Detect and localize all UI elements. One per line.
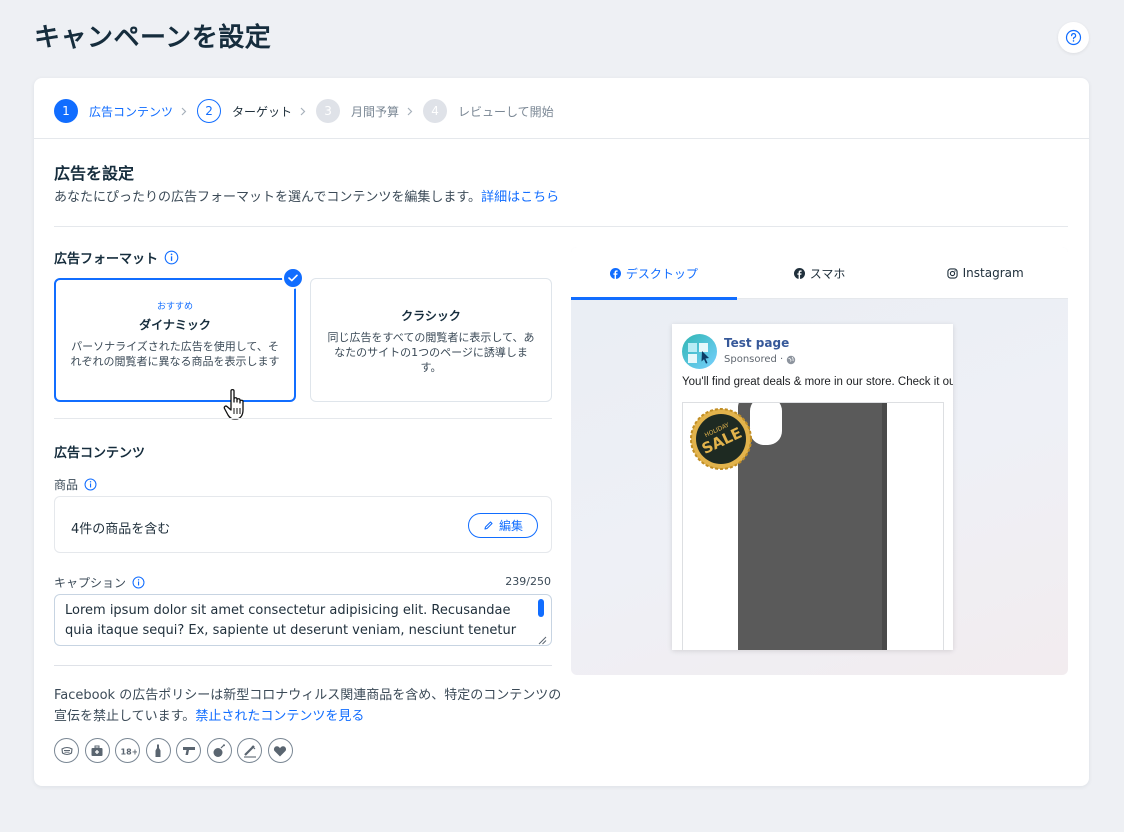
facebook-icon	[793, 267, 805, 279]
post-page-name: Test page	[724, 336, 790, 350]
format-name: クラシック	[401, 309, 461, 323]
products-count: 4件の商品を含む	[71, 522, 171, 537]
caption-label: キャプション	[54, 576, 127, 590]
campaign-card: 1 広告コンテンツ 2 ターゲット 3 月間予算 4 レビューして開始 広告を設…	[34, 78, 1089, 786]
ad-preview: デスクトップ スマホ Instagram Test page Sponsored…	[571, 247, 1068, 675]
drugs-icon	[237, 738, 262, 763]
format-description: パーソナライズされた広告を使用して、それぞれの閲覧者に異なる商品を表示します	[70, 340, 280, 368]
products-label-row: 商品	[54, 476, 97, 493]
adult-content-icon	[267, 738, 293, 763]
help-button[interactable]	[1058, 22, 1089, 53]
content-title: 広告コンテンツ	[54, 446, 146, 461]
products-box: 4件の商品を含む 編集	[54, 496, 552, 553]
chevron-right-icon	[181, 107, 187, 116]
instagram-icon	[947, 267, 958, 279]
tab-instagram[interactable]: Instagram	[902, 247, 1068, 299]
caption-textarea[interactable]: Lorem ipsum dolor sit amet consectetur a…	[54, 594, 552, 646]
step-label: 広告コンテンツ	[89, 104, 174, 119]
alcohol-icon	[145, 738, 171, 763]
description-text: あなたにぴったりの広告フォーマットを選んでコンテンツを編集します。	[54, 190, 482, 205]
step-review[interactable]: 4 レビューして開始	[423, 99, 554, 123]
info-icon[interactable]	[84, 478, 97, 491]
textarea-scrollbar[interactable]	[538, 599, 544, 617]
tab-label: Instagram	[962, 266, 1024, 280]
step-number: 1	[54, 99, 78, 123]
explosive-icon	[206, 738, 232, 763]
resize-grip-icon[interactable]	[537, 630, 547, 649]
format-option-dynamic[interactable]: おすすめ ダイナミック パーソナライズされた広告を使用して、それぞれの閲覧者に異…	[54, 278, 296, 402]
step-budget[interactable]: 3 月間予算	[316, 99, 399, 123]
info-icon[interactable]	[164, 250, 179, 265]
divider	[54, 665, 552, 666]
caption-char-count: 239/250	[505, 575, 551, 588]
divider	[54, 226, 1068, 227]
format-label-row: 広告フォーマット	[54, 248, 179, 267]
tab-label: デスクトップ	[625, 266, 698, 281]
prohibited-content-link[interactable]: 禁止されたコンテンツを見る	[195, 709, 364, 724]
chevron-right-icon	[300, 107, 306, 116]
format-name: ダイナミック	[139, 318, 211, 332]
step-label: ターゲット	[232, 104, 293, 119]
policy-icons: 18+	[54, 738, 298, 763]
section-description: あなたにぴったりの広告フォーマットを選んでコンテンツを編集します。詳細はこちら	[54, 186, 559, 205]
step-number: 3	[316, 99, 341, 123]
preview-tabs: デスクトップ スマホ Instagram	[571, 247, 1068, 300]
help-icon	[1065, 29, 1082, 46]
tab-mobile[interactable]: スマホ	[737, 247, 903, 299]
policy-notice: Facebook の広告ポリシーは新型コロナウィルス関連商品を含め、特定のコンテ…	[54, 685, 564, 727]
tab-desktop[interactable]: デスクトップ	[571, 247, 737, 300]
edit-products-button[interactable]: 編集	[468, 513, 538, 538]
facebook-icon	[609, 267, 621, 279]
phone-case-image	[738, 403, 887, 650]
learn-more-link[interactable]: 詳細はこちら	[481, 190, 559, 205]
step-label: 月間予算	[351, 104, 400, 119]
globe-icon	[787, 355, 796, 364]
edit-label: 編集	[498, 519, 523, 533]
weapon-icon	[176, 738, 201, 763]
format-label: 広告フォーマット	[54, 252, 159, 267]
products-label: 商品	[54, 478, 79, 492]
recommended-badge: おすすめ	[156, 302, 193, 312]
section-title: 広告を設定	[54, 164, 135, 183]
divider	[54, 418, 552, 419]
step-target[interactable]: 2 ターゲット	[197, 99, 292, 123]
step-label: レビューして開始	[458, 104, 554, 119]
caption-label-row: キャプション	[54, 574, 145, 591]
step-number: 4	[423, 99, 448, 123]
selected-check-icon	[282, 267, 304, 289]
mask-icon	[54, 738, 79, 763]
sponsored-label: Sponsored ·	[724, 354, 784, 365]
post-sponsored: Sponsored ·	[724, 354, 796, 365]
camera-cutout	[750, 403, 782, 445]
tab-label: スマホ	[809, 266, 846, 281]
stepper-divider	[34, 138, 1089, 139]
case-edge	[882, 403, 887, 650]
stepper: 1 広告コンテンツ 2 ターゲット 3 月間予算 4 レビューして開始	[54, 98, 554, 124]
medical-kit-icon	[84, 738, 110, 763]
post-text: You'll find great deals & more in our st…	[682, 376, 953, 388]
step-ad-content[interactable]: 1 広告コンテンツ	[54, 99, 173, 123]
svg-text:18+: 18+	[120, 747, 137, 756]
post-image: HOLIDAY SALE	[682, 402, 944, 650]
step-number: 2	[197, 99, 222, 123]
pencil-icon	[484, 521, 493, 530]
page-title: キャンペーンを設定	[34, 23, 272, 53]
hand-cursor-icon	[222, 388, 250, 426]
sale-badge-icon: HOLIDAY SALE	[689, 407, 753, 475]
format-option-classic[interactable]: クラシック 同じ広告をすべての閲覧者に表示して、あなたのサイトの1つのページに誘…	[310, 278, 552, 402]
chevron-right-icon	[407, 107, 413, 116]
page-avatar	[682, 334, 717, 369]
format-description: 同じ広告をすべての閲覧者に表示して、あなたのサイトの1つのページに誘導します。	[327, 331, 535, 374]
facebook-post-preview: Test page Sponsored · You'll find great …	[672, 324, 953, 650]
info-icon[interactable]	[132, 576, 145, 589]
adult-18-icon: 18+	[115, 738, 140, 763]
